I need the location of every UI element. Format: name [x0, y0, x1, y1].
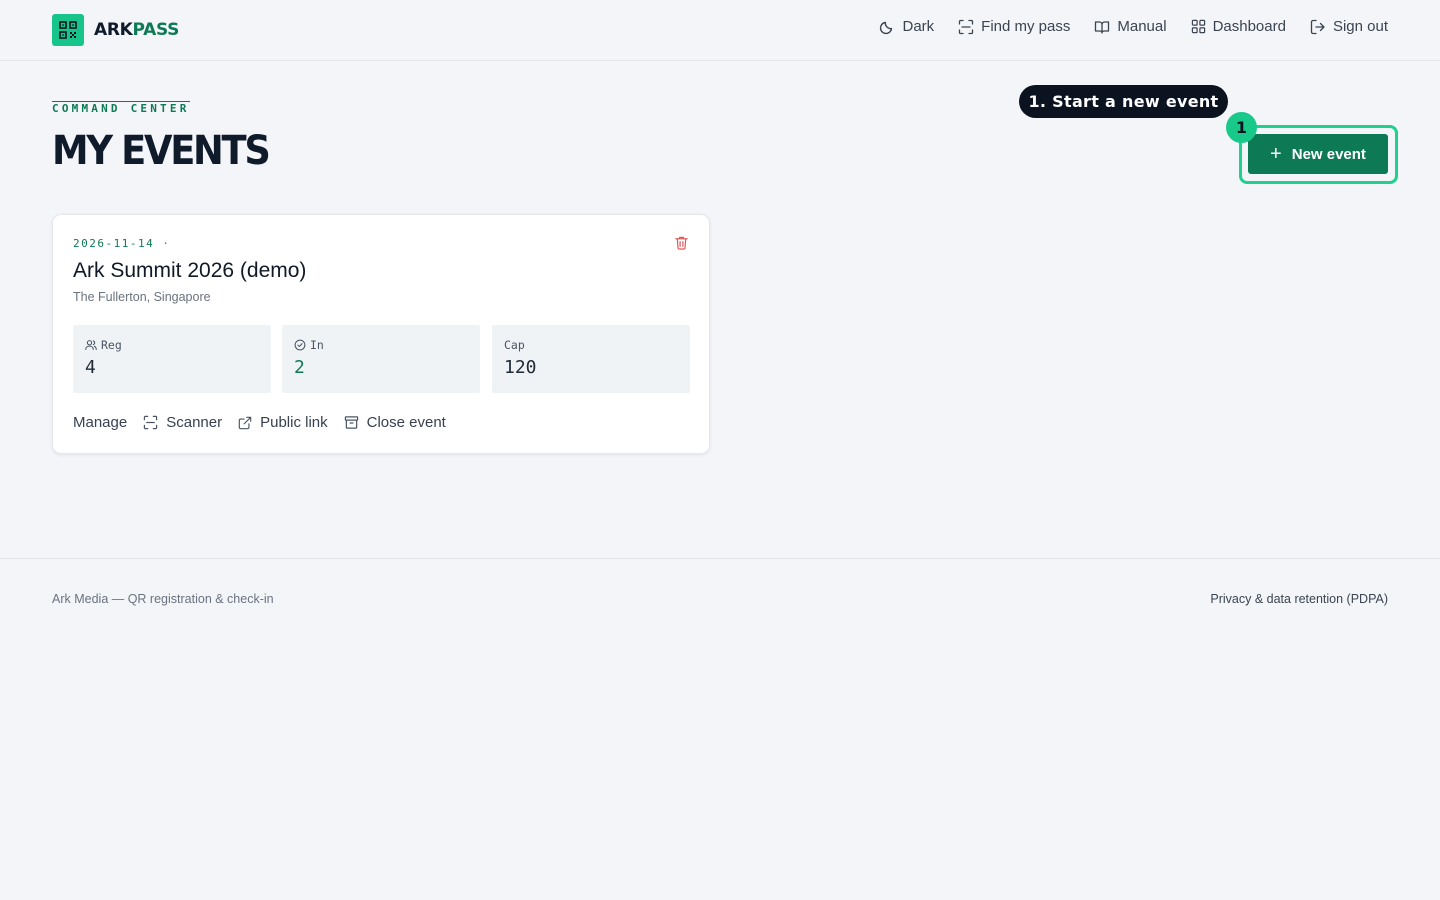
nav-find-my-pass-label: Find my pass	[981, 18, 1071, 35]
book-icon	[1095, 20, 1110, 34]
stat-capacity-label-text: Cap	[504, 338, 525, 352]
page-title: MY EVENTS	[52, 128, 271, 174]
new-event-button[interactable]: + New event	[1248, 134, 1388, 174]
nav-manual[interactable]: Manual	[1094, 18, 1167, 35]
onboarding-tooltip: 1. Start a new event	[1019, 85, 1228, 118]
stat-registered-value: 4	[85, 357, 96, 378]
close-event-link[interactable]: Close event	[344, 414, 446, 431]
public-link[interactable]: Public link	[238, 414, 328, 431]
onboarding-step-badge: 1	[1226, 112, 1257, 143]
manage-label: Manage	[73, 414, 128, 431]
brand-name: ARKPASS	[94, 20, 179, 40]
check-circle-icon	[294, 339, 306, 351]
brand[interactable]: ARKPASS	[52, 14, 179, 46]
nav-dark-mode[interactable]: Dark	[879, 18, 934, 35]
stat-checked-in: In 2	[282, 325, 480, 393]
privacy-link[interactable]: Privacy & data retention (PDPA)	[1210, 592, 1388, 606]
event-actions: Manage Scanner Public link Close event	[73, 414, 462, 431]
manage-link[interactable]: Manage	[73, 414, 127, 431]
stat-registered: Reg 4	[73, 325, 271, 393]
delete-event-button[interactable]	[674, 235, 689, 255]
scan-icon	[144, 415, 158, 430]
plus-icon: +	[1270, 143, 1282, 165]
close-event-label: Close event	[366, 414, 446, 431]
scan-icon	[959, 19, 974, 34]
qr-logo-icon	[52, 14, 84, 46]
moon-icon	[880, 21, 893, 34]
event-title: Ark Summit 2026 (demo)	[73, 259, 307, 282]
footer-tagline: Ark Media — QR registration & check-in	[52, 592, 274, 606]
nav-dashboard-label: Dashboard	[1212, 18, 1286, 35]
page-kicker: COMMAND CENTER	[52, 101, 190, 115]
nav-dashboard[interactable]: Dashboard	[1191, 18, 1286, 35]
brand-name-pass: PASS	[132, 20, 180, 40]
event-date: 2026-11-14 ·	[73, 237, 170, 250]
stat-checked-in-label-text: In	[310, 338, 324, 352]
new-event-label: New event	[1291, 145, 1366, 163]
stat-capacity-label: Cap	[504, 338, 525, 352]
grid-icon	[1191, 19, 1205, 34]
stat-capacity-value: 120	[504, 357, 537, 378]
stat-registered-label-text: Reg	[101, 338, 122, 352]
archive-icon	[344, 416, 358, 429]
brand-name-ark: ARK	[94, 20, 133, 40]
trash-icon	[675, 236, 688, 250]
event-date-value: 2026-11-14	[73, 237, 155, 250]
top-bar: ARKPASS Dark Find my pass Manual Dashboa…	[0, 0, 1440, 61]
nav-sign-out-label: Sign out	[1332, 18, 1388, 35]
main-nav: Dark Find my pass Manual Dashboard Sign …	[855, 18, 1388, 35]
event-venue: The Fullerton, Singapore	[73, 290, 211, 304]
public-link-label: Public link	[260, 414, 328, 431]
stat-registered-label: Reg	[85, 338, 122, 352]
external-link-icon	[238, 416, 252, 429]
stat-capacity: Cap 120	[492, 325, 690, 393]
nav-dark-label: Dark	[902, 18, 935, 35]
users-icon	[85, 340, 97, 351]
nav-find-my-pass[interactable]: Find my pass	[958, 18, 1070, 35]
nav-sign-out[interactable]: Sign out	[1310, 18, 1388, 35]
footer: Ark Media — QR registration & check-in P…	[0, 558, 1440, 900]
stat-checked-in-label: In	[294, 338, 324, 352]
stat-checked-in-value: 2	[294, 357, 305, 378]
event-card: 2026-11-14 · Ark Summit 2026 (demo) The F…	[52, 214, 710, 454]
logout-icon	[1310, 19, 1325, 34]
event-date-separator: ·	[162, 237, 171, 250]
scanner-link[interactable]: Scanner	[143, 414, 222, 431]
scanner-label: Scanner	[166, 414, 223, 431]
nav-manual-label: Manual	[1117, 18, 1167, 35]
